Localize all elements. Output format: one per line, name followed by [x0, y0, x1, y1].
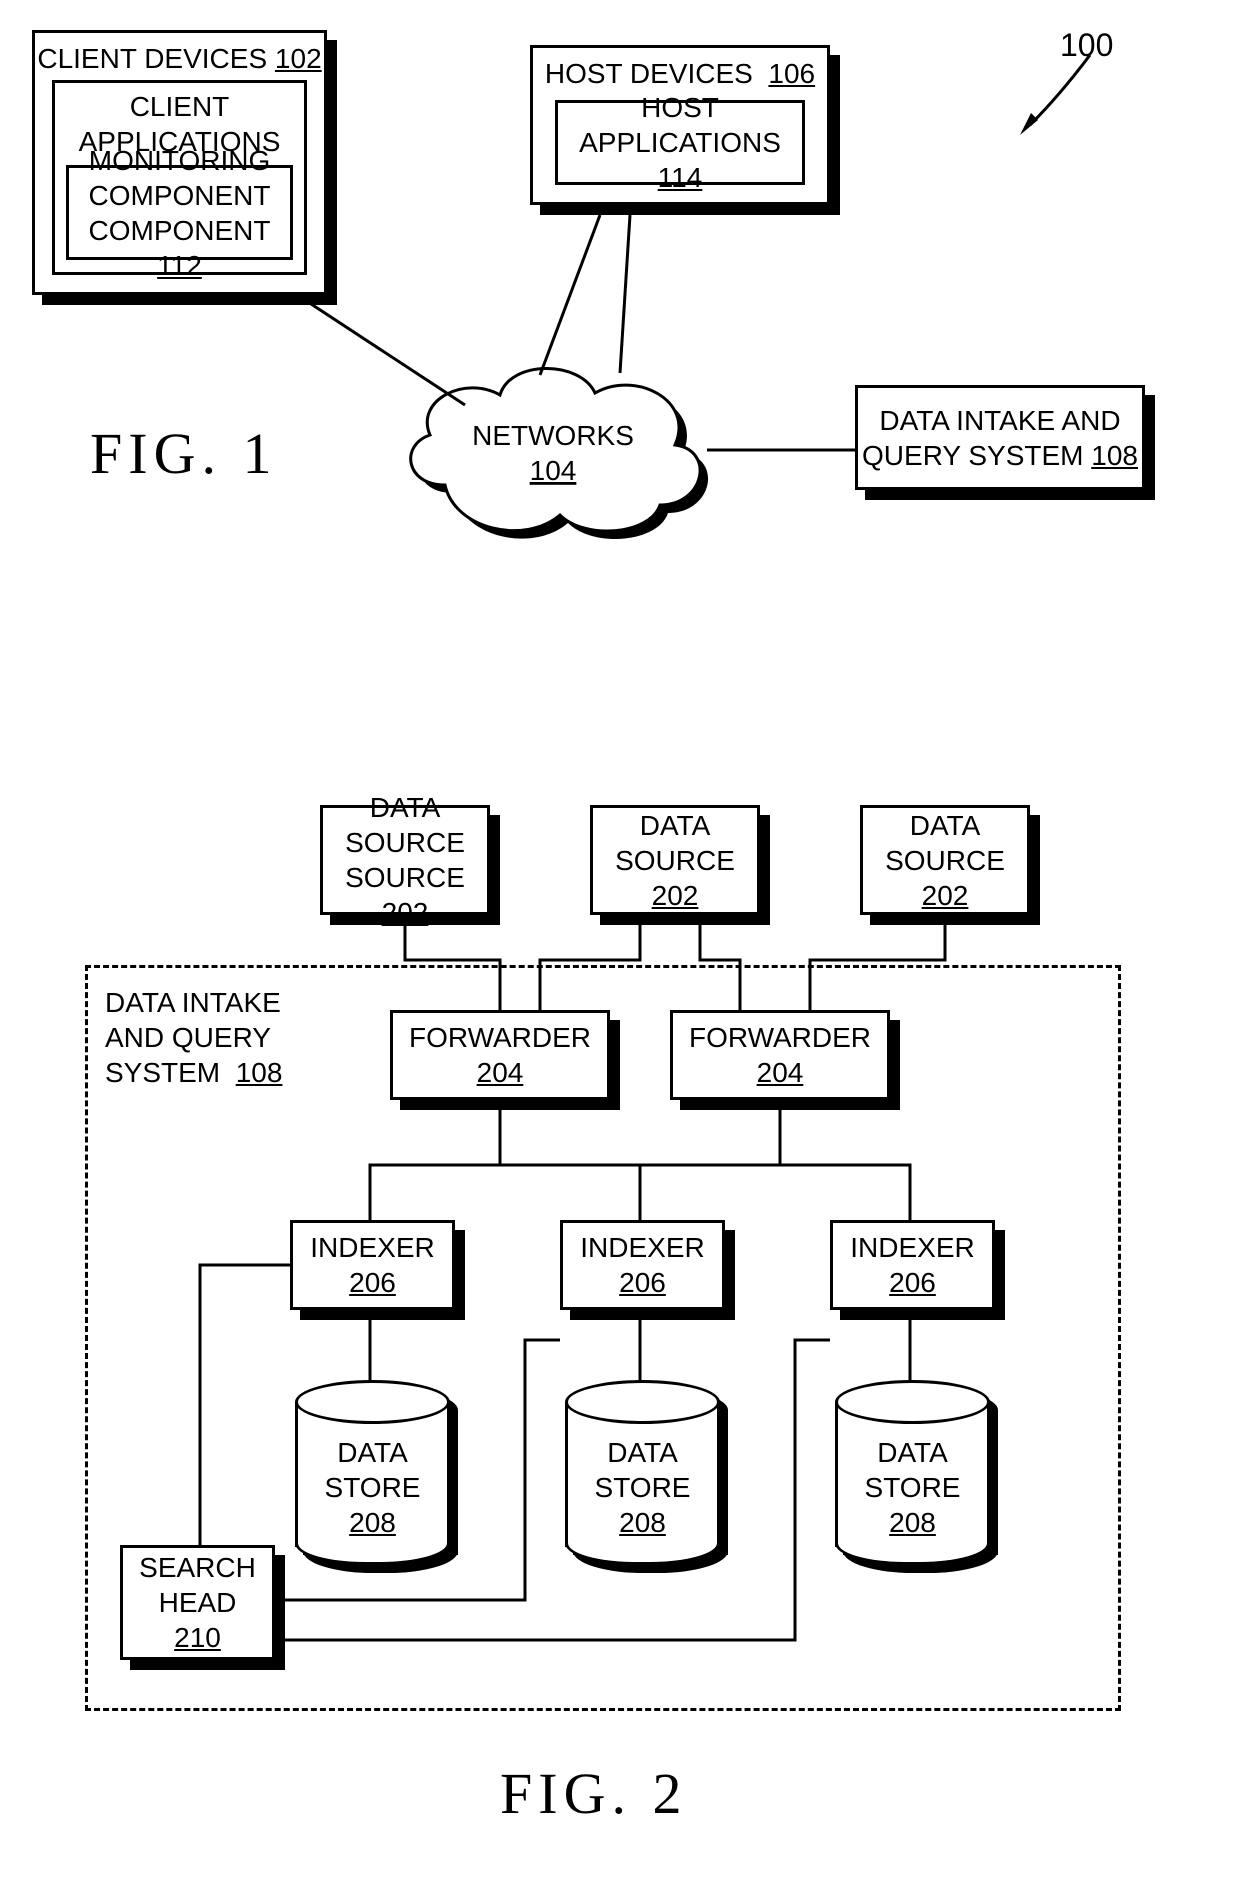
fig2-connectors — [0, 0, 1240, 1750]
fig2-title: FIG. 2 — [500, 1760, 687, 1827]
